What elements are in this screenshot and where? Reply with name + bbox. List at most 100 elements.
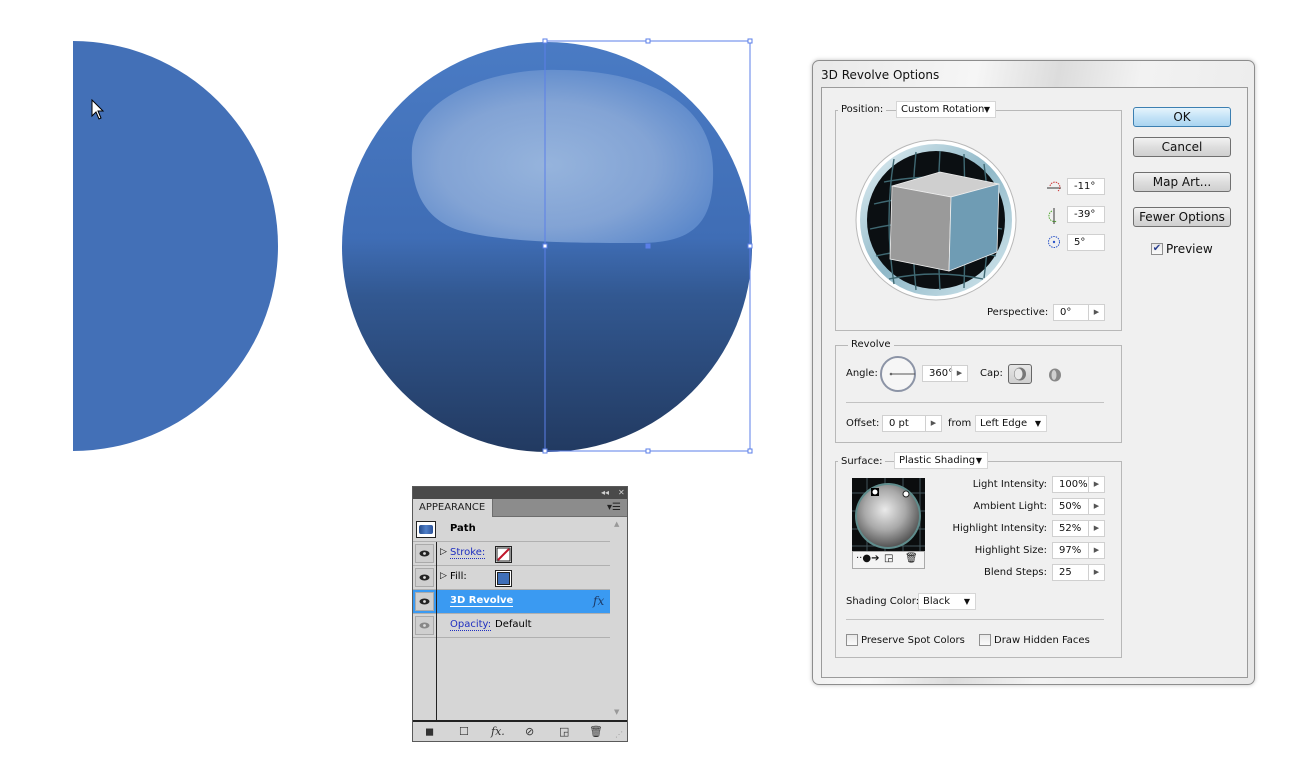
handle-top-left[interactable] (542, 38, 548, 44)
highlight-intensity-field[interactable]: 52% ▶ (1052, 520, 1105, 537)
chevron-down-icon: ▼ (983, 105, 990, 114)
draw-hidden-faces-label[interactable]: Draw Hidden Faces (994, 635, 1090, 646)
panel-scrollbar[interactable]: ▲ ▼ (610, 518, 627, 722)
add-new-stroke-icon[interactable]: ◼ (425, 725, 434, 738)
draw-hidden-faces-checkbox[interactable] (979, 634, 991, 646)
delete-selected-item-icon[interactable]: 🗑 (589, 725, 603, 738)
new-light-icon[interactable]: ◲ (884, 553, 893, 564)
offset-field[interactable]: 0 pt ▶ (882, 415, 942, 432)
angle-field[interactable]: 360° ▶ (922, 365, 968, 382)
appearance-header-row[interactable]: Path (413, 518, 610, 542)
z-rotation-field[interactable]: 5° (1067, 234, 1105, 251)
cancel-button[interactable]: Cancel (1133, 137, 1231, 157)
fewer-options-button[interactable]: Fewer Options (1133, 207, 1231, 227)
perspective-slider-arrow-icon[interactable]: ▶ (1088, 305, 1104, 320)
map-art-button[interactable]: Map Art... (1133, 172, 1231, 192)
slider-arrow-icon[interactable]: ▶ (1088, 521, 1104, 536)
perspective-label: Perspective: (987, 307, 1049, 318)
rotation-track-cube[interactable] (854, 134, 1018, 306)
stroke-label[interactable]: Stroke: (450, 547, 486, 559)
header-label: Path (450, 523, 476, 534)
angle-label: Angle: (846, 368, 878, 379)
offset-label: Offset: (846, 418, 880, 429)
angle-slider-arrow-icon[interactable]: ▶ (951, 366, 967, 381)
slider-arrow-icon[interactable]: ▶ (1088, 543, 1104, 558)
fill-label[interactable]: Fill: (450, 571, 467, 582)
stroke-none-swatch[interactable] (495, 546, 512, 563)
surface-value: Plastic Shading (899, 455, 976, 466)
preserve-spot-colors-label[interactable]: Preserve Spot Colors (861, 635, 965, 646)
scroll-down-icon[interactable]: ▼ (614, 708, 619, 716)
dialog-title: 3D Revolve Options (821, 68, 940, 82)
surface-select[interactable]: Plastic Shading ▼ (894, 452, 988, 469)
visibility-eye-icon[interactable] (415, 544, 434, 563)
visibility-eye-icon[interactable] (415, 568, 434, 587)
add-new-effect-icon[interactable]: fx. (491, 725, 505, 738)
appearance-row-opacity[interactable]: Opacity: Default (413, 614, 610, 638)
panel-titlebar[interactable]: ◂◂ ✕ (413, 487, 627, 499)
slider-arrow-icon[interactable]: ▶ (1088, 565, 1104, 580)
scroll-up-icon[interactable]: ▲ (614, 520, 619, 528)
offset-slider-arrow-icon[interactable]: ▶ (925, 416, 941, 431)
blend-steps-field[interactable]: 25 ▶ (1052, 564, 1105, 581)
appearance-row-3d-revolve[interactable]: 3D Revolve fx (413, 590, 610, 614)
appearance-panel: ◂◂ ✕ APPEARANCE ▾☰ Path ▷ Stroke: ▷ Fill… (412, 486, 628, 742)
ok-button[interactable]: OK (1133, 107, 1231, 127)
clear-appearance-icon[interactable]: ⊘ (525, 725, 534, 738)
perspective-field[interactable]: 0° ▶ (1053, 304, 1105, 321)
handle-top-center[interactable] (645, 38, 651, 44)
expand-triangle-icon[interactable]: ▷ (440, 547, 447, 557)
handle-bottom-center[interactable] (645, 448, 651, 454)
preview-checkbox[interactable]: ✔ (1151, 243, 1163, 255)
offset-value: 0 pt (889, 418, 909, 429)
effect-3d-revolve-link[interactable]: 3D Revolve (450, 595, 514, 607)
light-handle[interactable] (902, 490, 910, 498)
duplicate-selected-item-icon[interactable]: ◲ (559, 725, 569, 738)
offset-from-select[interactable]: Left Edge ▼ (975, 415, 1047, 432)
handle-bottom-right[interactable] (747, 448, 753, 454)
cap-on-button[interactable] (1008, 364, 1032, 384)
highlight-size-value: 97% (1059, 545, 1082, 556)
highlight-size-field[interactable]: 97% ▶ (1052, 542, 1105, 559)
lighting-sphere-preview[interactable] (852, 478, 925, 551)
handle-top-right[interactable] (747, 38, 753, 44)
handle-middle-left[interactable] (542, 243, 548, 249)
x-rotation-field[interactable]: -11° (1067, 178, 1105, 195)
light-intensity-label: Light Intensity: (972, 479, 1047, 490)
tab-appearance[interactable]: APPEARANCE (413, 499, 493, 517)
chevron-down-icon: ▼ (963, 597, 970, 606)
angle-dial[interactable] (879, 355, 917, 393)
close-panel-icon[interactable]: ✕ (618, 487, 625, 499)
fill-color-swatch[interactable] (495, 570, 512, 587)
preserve-spot-colors-checkbox[interactable] (846, 634, 858, 646)
panel-menu-icon[interactable]: ▾☰ (607, 502, 621, 513)
row-divider (436, 638, 437, 720)
handle-bottom-left[interactable] (542, 448, 548, 454)
delete-light-icon[interactable]: 🗑 (905, 553, 918, 564)
position-select[interactable]: Custom Rotation ▼ (896, 101, 996, 118)
slider-arrow-icon[interactable]: ▶ (1088, 499, 1104, 514)
revolved-sphere-artwork[interactable] (338, 38, 756, 456)
appearance-row-fill[interactable]: ▷ Fill: (413, 566, 610, 590)
collapse-panel-icon[interactable]: ◂◂ (601, 487, 609, 499)
shading-color-select[interactable]: Black ▼ (918, 593, 976, 610)
y-rotation-field[interactable]: -39° (1067, 206, 1105, 223)
from-label: from (948, 418, 972, 429)
add-new-fill-icon[interactable]: ☐ (459, 725, 469, 738)
light-intensity-field[interactable]: 100% ▶ (1052, 476, 1105, 493)
expand-triangle-icon[interactable]: ▷ (440, 571, 447, 581)
visibility-eye-icon[interactable] (415, 616, 434, 635)
ambient-light-field[interactable]: 50% ▶ (1052, 498, 1105, 515)
highlight-intensity-value: 52% (1059, 523, 1082, 534)
resize-grip-icon[interactable]: ⋰ (615, 730, 623, 739)
slider-arrow-icon[interactable]: ▶ (1088, 477, 1104, 492)
offset-from-value: Left Edge (980, 418, 1028, 429)
visibility-eye-icon[interactable] (415, 592, 434, 611)
appearance-row-stroke[interactable]: ▷ Stroke: (413, 542, 610, 566)
opacity-label[interactable]: Opacity: (450, 619, 492, 631)
handle-middle-right[interactable] (747, 243, 753, 249)
cap-off-button[interactable] (1046, 366, 1064, 384)
move-light-to-back-icon[interactable]: ··●➔ (856, 553, 879, 564)
preview-label[interactable]: Preview (1166, 242, 1213, 256)
highlight-size-label: Highlight Size: (974, 545, 1047, 556)
